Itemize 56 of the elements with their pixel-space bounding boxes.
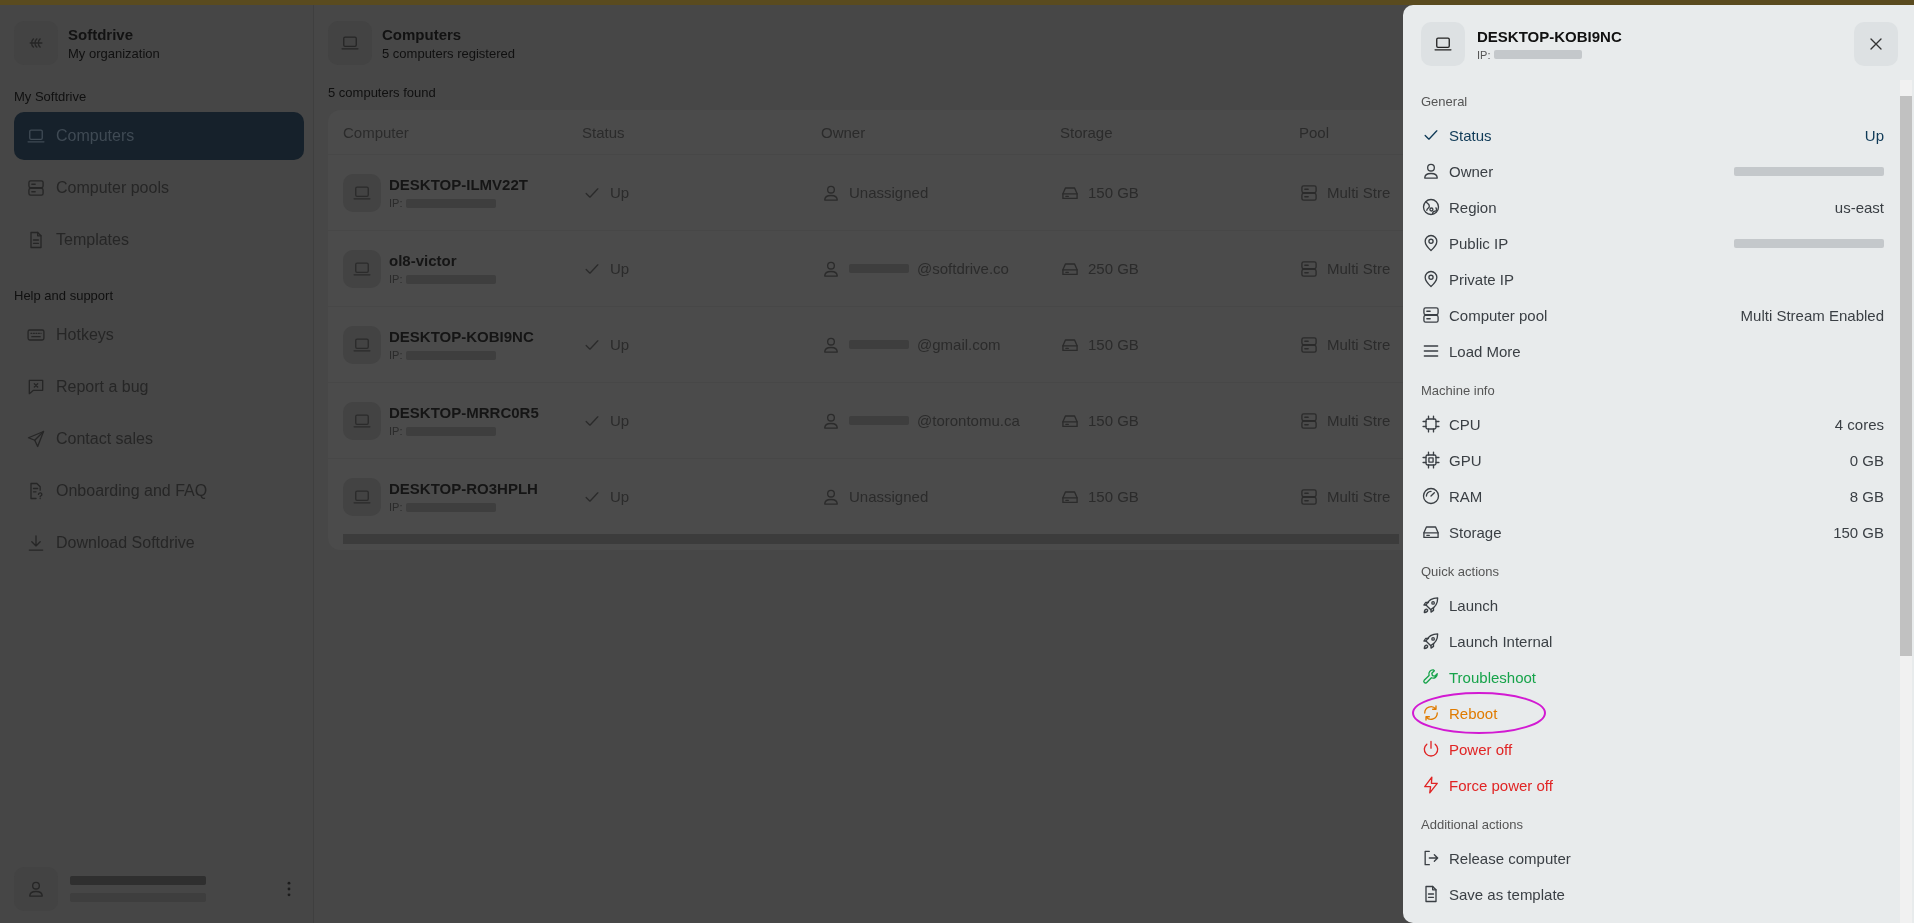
info-label: Owner [1449,162,1494,180]
info-label: Status [1449,126,1492,144]
server-icon [1299,410,1319,431]
chip-icon [1421,450,1441,470]
server-icon [1299,486,1319,507]
scrollbar-thumb[interactable] [1900,96,1912,656]
action-item[interactable]: Troubleshoot [1421,659,1884,695]
info-value: 0 GB [1849,451,1884,469]
rocket-icon [1421,631,1441,651]
action-item[interactable]: Release computer [1421,840,1884,876]
section-title: Quick actions [1421,564,1501,579]
info-label: Public IP [1449,234,1509,252]
action-item[interactable]: Force power off [1421,767,1884,803]
server-icon [26,178,46,198]
user-icon [1421,161,1441,181]
info-value: Multi Stream Enabled [1740,306,1884,324]
rocket-icon [1421,595,1441,615]
action-item[interactable]: Launch Internal [1421,623,1884,659]
info-label: Region [1449,198,1497,216]
info-value: 150 GB [1833,523,1884,541]
info-label: CPU [1449,415,1481,433]
user-icon [26,879,46,899]
action-item[interactable]: Power off [1421,731,1884,767]
info-value: 4 cores [1834,415,1884,433]
info-label: GPU [1449,451,1482,469]
info-label: Private IP [1449,270,1515,288]
server-icon [1299,334,1319,355]
section-title: Additional actions [1421,817,1524,832]
send-icon [26,429,46,449]
server-icon [1421,305,1441,325]
globe-icon [1421,197,1441,217]
info-value: us-east [1834,198,1884,216]
info-label: Computer pool [1449,306,1548,324]
gauge-icon [1421,486,1441,506]
info-value: 8 GB [1849,487,1884,505]
info-label: Storage [1449,523,1502,541]
panel-title: DESKTOP-KOBI9NC [1477,27,1623,45]
section-title: Machine info [1421,383,1496,398]
info-value: Up [1864,126,1884,144]
close-button[interactable] [1854,22,1898,66]
server-icon [1299,258,1319,279]
download-icon [26,533,46,553]
action-item[interactable]: Launch [1421,587,1884,623]
wrench-icon [1421,667,1441,687]
section-title: General [1421,94,1469,109]
info-label: RAM [1449,487,1483,505]
action-item[interactable]: Save as template [1421,876,1884,912]
ip-label: IP: [1477,48,1491,61]
chip-icon [1421,414,1441,434]
server-icon [1299,182,1319,203]
refresh-icon [1421,703,1441,723]
action-item[interactable]: Load More [1421,333,1884,369]
action-item[interactable]: Reboot [1421,695,1884,731]
message-x-icon [26,377,46,397]
power-icon [1421,739,1441,759]
bolt-icon [1421,775,1441,795]
